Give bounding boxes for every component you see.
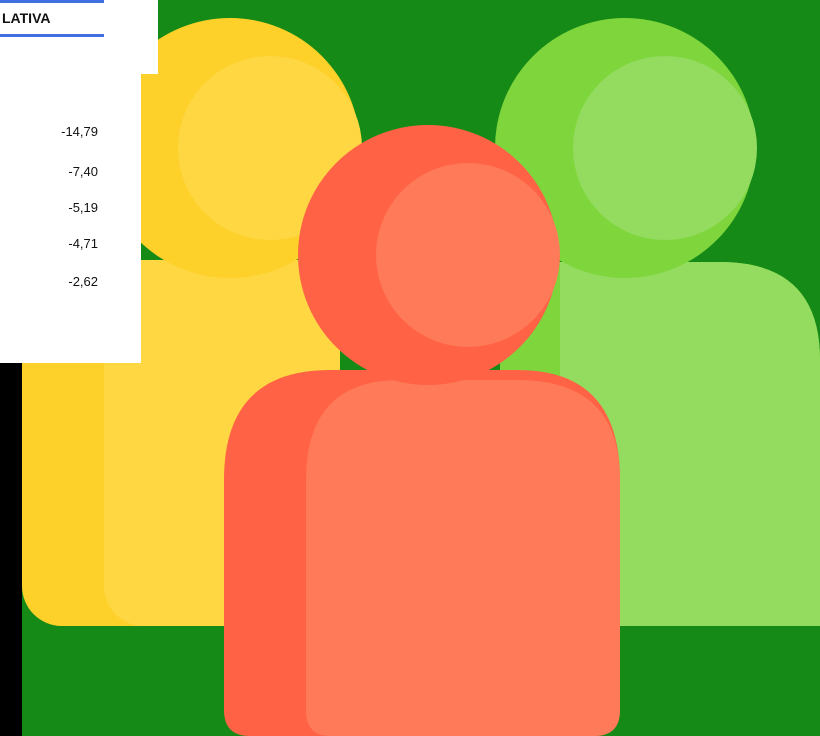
table-cell: -7,40: [68, 164, 98, 179]
table-cell: -14,79: [61, 124, 98, 139]
table-header-panel: LATIVA: [0, 0, 158, 74]
header-rule-top: [0, 0, 104, 3]
table-cell: -5,19: [68, 200, 98, 215]
table-cell: -4,71: [68, 236, 98, 251]
header-rule-bottom: [0, 34, 104, 37]
table-cell: -2,62: [68, 274, 98, 289]
column-header: LATIVA: [2, 10, 51, 26]
values-table: -14,79 -7,40 -5,19 -4,71 -2,62: [0, 74, 141, 363]
